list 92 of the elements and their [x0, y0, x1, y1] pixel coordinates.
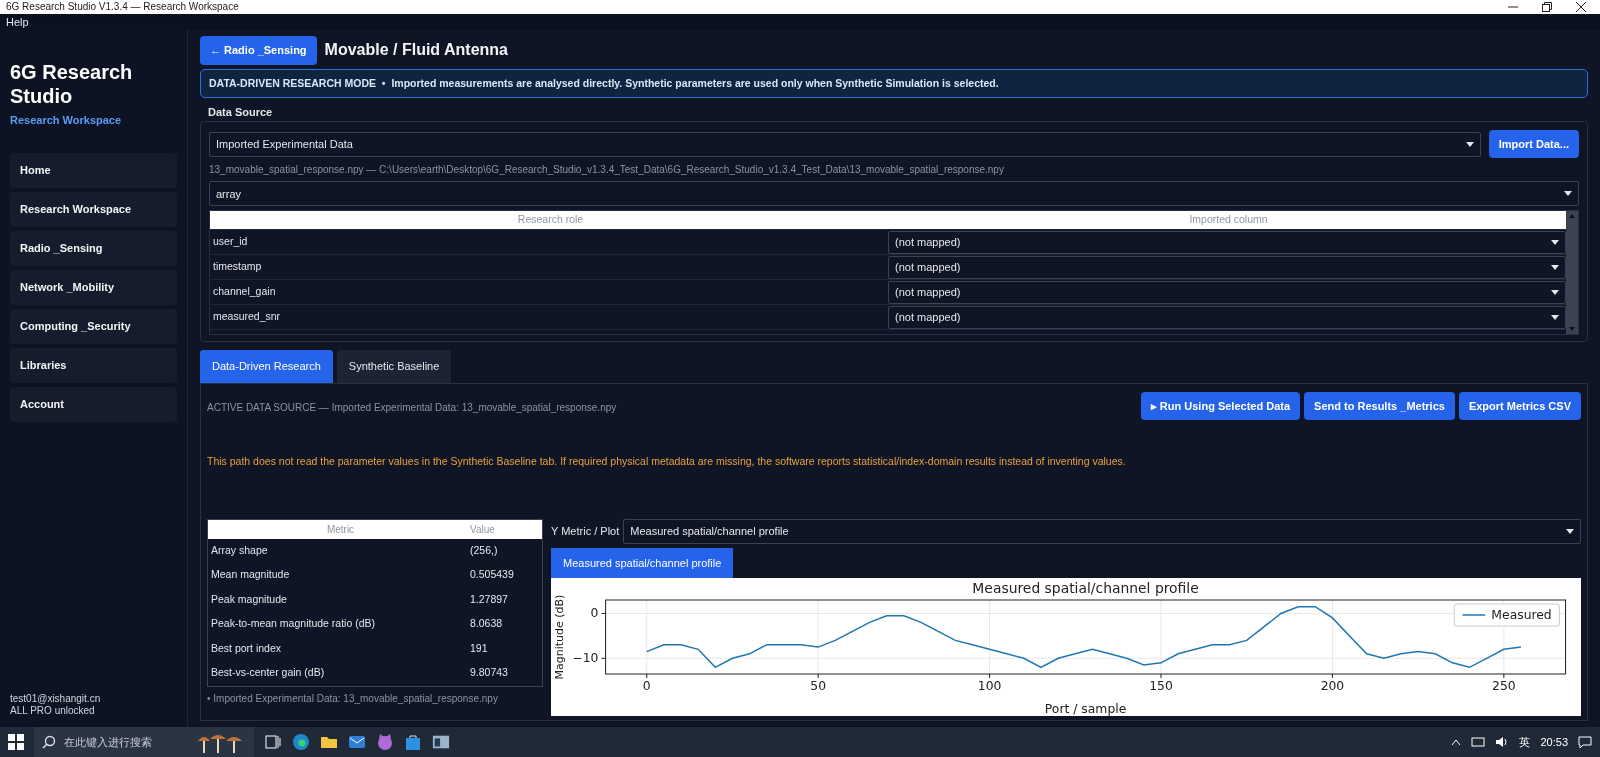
- table-cell-text: Array shape: [210, 542, 269, 558]
- tick-label: 0: [590, 606, 599, 621]
- table-cell-text: (256,): [470, 542, 499, 558]
- speaker-icon[interactable]: [1495, 735, 1510, 749]
- active-source-text: ACTIVE DATA SOURCE — Imported Experimental Data: 13_movable_spatial_response.npy: [207, 400, 617, 415]
- sidebar-item[interactable]: Libraries: [10, 347, 177, 383]
- caret-icon: [1465, 141, 1474, 147]
- field-label: Y Metric / Plot: [551, 523, 620, 539]
- app-window-icon[interactable]: [432, 733, 450, 751]
- user-email: test01@xishangit.cn: [10, 693, 102, 705]
- table-cell-text: user_id: [212, 234, 249, 250]
- caret-icon: [1551, 314, 1559, 320]
- mode-banner: DATA-DRIVEN RESEARCH MODE • Imported measurements are analysed directly. Synthetic parameters are used only when Synthetic Simulation is selected.: [200, 68, 1588, 99]
- table-cell-text: 9.80743: [470, 665, 509, 681]
- tab[interactable]: Data-Driven Research: [200, 350, 333, 383]
- notification-icon[interactable]: [1578, 735, 1592, 749]
- license-status: ALL PRO unlocked: [10, 705, 96, 717]
- caret-icon: [1551, 264, 1559, 270]
- column-header: Metric: [325, 522, 356, 537]
- restore-icon[interactable]: [1542, 2, 1552, 12]
- store-bag-icon[interactable]: [404, 733, 422, 751]
- action-button[interactable]: Export Metrics CSV: [1458, 391, 1581, 421]
- column-select[interactable]: (not mapped): [888, 280, 1566, 304]
- tick-label: 200: [1320, 679, 1345, 693]
- close-icon[interactable]: [1576, 2, 1586, 12]
- group-label: Data Source: [207, 105, 274, 121]
- browser-icon[interactable]: [292, 733, 310, 751]
- legend-label: Measured: [1491, 608, 1552, 622]
- tick-label: 100: [977, 679, 1002, 693]
- caret-icon: [1566, 528, 1574, 534]
- table-cell-text: Mean magnitude: [210, 567, 291, 583]
- sidebar-item[interactable]: Computing _Security: [10, 308, 177, 344]
- clock-time[interactable]: 20:53: [1540, 733, 1568, 751]
- table-cell-text: Peak-to-mean magnitude ratio (dB): [210, 616, 376, 632]
- footnote: • Imported Experimental Data: 13_movable_spatial_response.npy: [207, 691, 499, 706]
- tick-label: −10: [572, 651, 599, 666]
- page-title: Movable / Fluid Antenna: [324, 40, 508, 61]
- task-view-icon[interactable]: [264, 733, 282, 751]
- source-select[interactable]: Imported Experimental Data: [209, 131, 1481, 157]
- tick-label: 250: [1492, 679, 1516, 693]
- app-title: 6G Research Studio: [10, 60, 134, 108]
- back-button[interactable]: ← Radio _Sensing: [200, 36, 317, 65]
- column-select[interactable]: (not mapped): [888, 305, 1566, 329]
- table-cell-text: 1.27897: [470, 591, 509, 607]
- column-select[interactable]: (not mapped): [888, 255, 1566, 279]
- caret-icon: [1564, 191, 1572, 197]
- sidebar-item[interactable]: Research Workspace: [10, 191, 177, 227]
- axis-label: Magnitude (dB): [553, 594, 567, 680]
- tick-label: 150: [1149, 679, 1173, 693]
- warning-note: This path does not read the parameter values in the Synthetic Baseline tab. If required physical metadata are missing, the software reports statistical/index-domain results instead of inventing values.: [207, 454, 1127, 470]
- table-cell-text: 0.505439: [470, 567, 515, 583]
- table-cell-text: Peak magnitude: [210, 591, 288, 607]
- caret-icon: [1551, 239, 1559, 245]
- sidebar-item[interactable]: Home: [10, 152, 177, 188]
- windows-logo-icon[interactable]: [8, 734, 24, 750]
- mail-icon[interactable]: [348, 733, 366, 751]
- caret-icon: [1551, 289, 1559, 295]
- chevron-up-icon[interactable]: [1451, 738, 1462, 746]
- table-cell-text: measured_snr: [212, 309, 282, 325]
- column-header: Imported column: [1188, 212, 1269, 228]
- taskbar-search-field[interactable]: 在此键入进行搜索: [34, 727, 254, 757]
- table-cell-text: timestamp: [212, 259, 263, 275]
- axis-label: Port / sample: [1044, 702, 1127, 716]
- action-button[interactable]: Send to Results _Metrics: [1304, 391, 1455, 421]
- window-title: 6G Research Studio V1.3.4 — Research Workspace: [6, 0, 240, 14]
- plot-tab[interactable]: Measured spatial/channel profile: [551, 547, 734, 578]
- array-select[interactable]: array: [209, 181, 1579, 207]
- tick-label: 50: [810, 679, 826, 693]
- sidebar-item[interactable]: Network _Mobility: [10, 269, 177, 305]
- import-button[interactable]: Import Data...: [1488, 129, 1579, 159]
- chart-title: Measured spatial/channel profile: [972, 580, 1199, 596]
- tab[interactable]: Synthetic Baseline: [336, 350, 452, 383]
- column-select[interactable]: (not mapped): [888, 230, 1566, 254]
- table-cell-text: Best-vs-center gain (dB): [210, 665, 326, 681]
- app-subtitle: Research Workspace: [10, 113, 123, 128]
- cat-icon[interactable]: [376, 733, 394, 751]
- sidebar-item[interactable]: Account: [10, 386, 177, 422]
- search-icon: [42, 735, 56, 749]
- metric-select[interactable]: Measured spatial/channel profile: [623, 518, 1581, 544]
- input-method-indicator[interactable]: 英: [1519, 733, 1531, 751]
- column-header: Value: [470, 522, 496, 537]
- sidebar-item[interactable]: Radio _Sensing: [10, 230, 177, 266]
- menu-item[interactable]: Help: [6, 13, 29, 31]
- table-cell-text: 8.0638: [470, 616, 504, 632]
- column-header: Research role: [516, 212, 585, 228]
- table-cell-text: channel_gain: [212, 284, 277, 300]
- tick-label: 0: [642, 679, 651, 693]
- legend-line: [1461, 614, 1486, 616]
- table-cell-text: Best port index: [210, 640, 283, 656]
- table-cell-text: 191: [470, 640, 489, 656]
- action-button[interactable]: ▸ Run Using Selected Data: [1140, 391, 1301, 421]
- file-path: 13_movable_spatial_response.npy — C:\Users\earth\Desktop\6G_Research_Studio_v1.3.4_Test_Data\6G_Research_Studio_v1.3.4_Test_Data\13_movable_spatial_response.npy: [209, 163, 1005, 178]
